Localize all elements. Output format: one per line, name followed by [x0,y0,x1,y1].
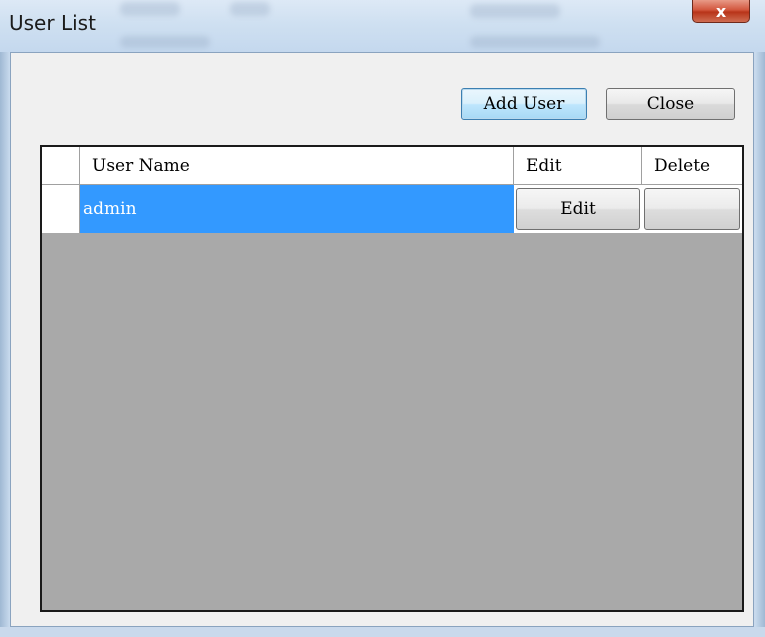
user-name-cell[interactable]: admin [80,185,514,233]
background-blur [470,36,600,48]
delete-button[interactable] [644,188,740,230]
window-close-button[interactable]: x [692,0,750,23]
add-user-button[interactable]: Add User [461,88,587,120]
row-header[interactable] [42,185,80,233]
grid-corner-header[interactable] [42,147,80,185]
background-blur [120,36,210,48]
background-blur [470,4,560,18]
table-row[interactable]: admin Edit [42,185,742,233]
title-bar: User List x [0,0,765,52]
column-header-user-name[interactable]: User Name [80,147,514,185]
close-button[interactable]: Close [606,88,735,120]
window-frame-bottom [0,627,765,637]
window-title: User List [9,11,96,35]
close-icon: x [715,1,727,21]
delete-cell [642,185,742,233]
user-grid[interactable]: User Name Edit Delete admin Edit [40,145,744,612]
column-header-delete[interactable]: Delete [642,147,742,185]
background-blur [120,2,180,16]
column-header-edit[interactable]: Edit [514,147,642,185]
window-frame-left [0,52,10,637]
window-frame-right [755,52,765,637]
edit-cell: Edit [514,185,642,233]
background-blur [230,2,270,16]
edit-button[interactable]: Edit [516,188,640,230]
